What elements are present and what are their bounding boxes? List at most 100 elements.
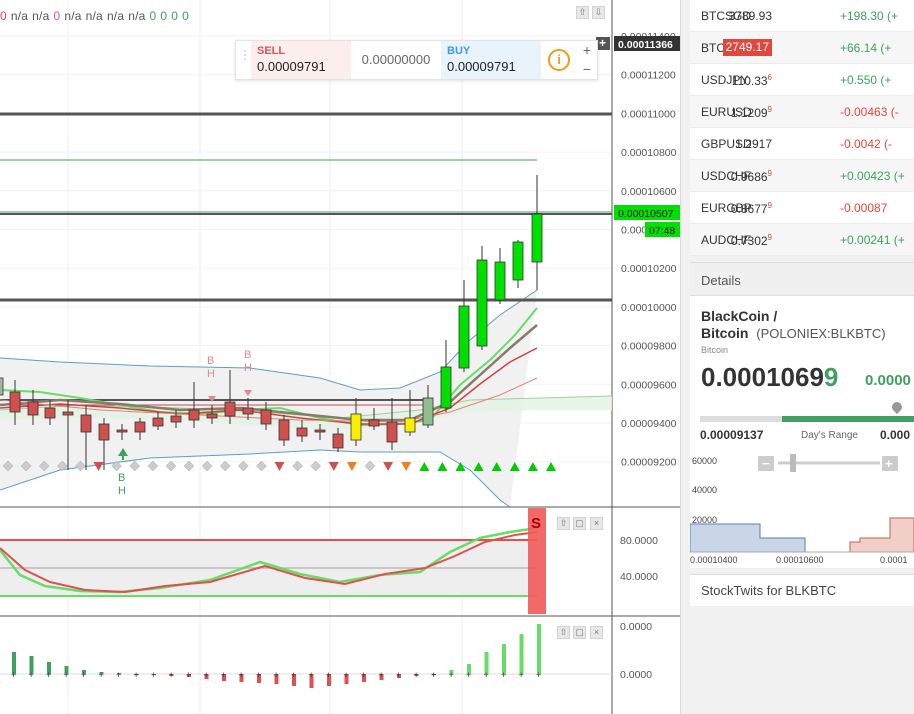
watchlist-row-gbpusd[interactable]: GBPUSD 1.2917 -0.0042 (- [690, 128, 914, 160]
watchlist-last: 3789.93 [728, 9, 772, 23]
stocktwits-header[interactable]: StockTwits for BLKBTC [690, 574, 914, 606]
watchlist-row-eurgbp[interactable]: EURGBP 0.86779 -0.00087 [690, 192, 914, 224]
indicator-value-5: n/a [85, 9, 103, 23]
candle-body-12 [206, 413, 218, 419]
price-tick-11: 0.00009200 [621, 457, 677, 469]
macd-tick-1: 0.0000 [620, 669, 652, 681]
candle-body-4 [62, 411, 74, 416]
macd-close-icon[interactable]: × [590, 626, 603, 639]
macd-maximize-icon[interactable]: ▢ [573, 626, 586, 639]
marker-down-5 [93, 462, 104, 471]
indicator-values-legend: 0 n/a n/a 0 n/a n/a n/a n/a 0 0 0 0 [0, 9, 193, 23]
osc-up-arrow-icon[interactable]: ⇧ [557, 517, 570, 530]
candle-body-20 [350, 413, 362, 441]
candle-body-16 [278, 419, 290, 441]
last-price-digit: 9 [823, 362, 839, 392]
pane-down-arrow-icon[interactable]: ⇩ [592, 6, 605, 19]
depth-tick-0: 60000 [692, 456, 717, 466]
chart-area[interactable]: 0.000114000.000112000.000110000.00010800… [0, 0, 680, 714]
minus-icon[interactable]: − [581, 62, 593, 76]
buy-button[interactable]: BUY 0.00009791 [441, 41, 541, 79]
indicator-value-7: n/a [128, 9, 146, 23]
osc-close-icon[interactable]: × [590, 517, 603, 530]
watchlist-row-usdchf[interactable]: USDCHF 0.96869 +0.00423 (+ [690, 160, 914, 192]
macd-cross-23: + [414, 670, 419, 680]
price-tick-7: 0.00010000 [621, 302, 677, 314]
macd-cross-20: + [361, 670, 366, 680]
watchlist-row-audchf[interactable]: AUDCHF 0.73029 +0.00241 (+ [690, 224, 914, 256]
marker-diamond-20 [364, 460, 376, 472]
watchlist-row-btcusd[interactable]: BTCUSD2749.17+66.14 (+ [690, 32, 914, 64]
indicator-value-8: 0 [149, 9, 157, 23]
marker-diamond-10 [183, 460, 195, 472]
trade-widget[interactable]: ⋮⋮ SELL 0.00009791 0.00000000 BUY 0.0000… [235, 40, 598, 80]
range-marker-icon [889, 399, 905, 415]
watchlist-last: 0.86779 [730, 201, 772, 216]
macd-cross-26: + [466, 670, 471, 680]
marker-orange-19 [346, 462, 357, 471]
candle-body-27 [476, 259, 488, 347]
candle-body-30 [531, 213, 543, 263]
candle-body-0 [0, 377, 4, 396]
macd-cross-4: + [81, 670, 86, 680]
candle-body-25 [440, 366, 452, 409]
depth-plus-icon: + [885, 456, 893, 471]
sell-button[interactable]: SELL 0.00009791 [251, 41, 351, 79]
depth-x-0: 0.00010400 [690, 555, 738, 565]
watchlist-row-usdjpy[interactable]: USDJPY 110.336 +0.550 (+ [690, 64, 914, 96]
symbol-name-line2: Bitcoin [701, 325, 749, 341]
watchlist: BTCSGD3789.93+198.30 (+BTCUSD2749.17+66.… [690, 0, 914, 256]
details-panel: BlackCoin / Bitcoin (POLONIEX:BLKBTC) Bi… [690, 296, 914, 568]
macd-cross-13: + [239, 670, 244, 680]
macd-cross-21: + [379, 670, 384, 680]
info-icon[interactable]: i [548, 49, 570, 71]
macd-cross-12: + [221, 670, 226, 680]
macd-cross-7: + [134, 670, 139, 680]
plus-icon[interactable]: + [581, 43, 593, 57]
watchlist-change: +0.00423 (+ [840, 169, 905, 183]
watchlist-change: +0.550 (+ [840, 73, 892, 87]
details-header[interactable]: Details [690, 262, 914, 296]
depth-x-1: 0.00010600 [776, 555, 824, 565]
candle-body-28 [494, 261, 506, 301]
range-low: 0.00009137 [700, 428, 764, 442]
watchlist-change: +198.30 (+ [840, 9, 899, 23]
last-price: 0.00010699 [701, 362, 838, 393]
pane-up-arrow-icon[interactable]: ⇧ [576, 6, 589, 19]
indicator-value-10: 0 [171, 9, 179, 23]
spread-value: 0.00000000 [361, 52, 431, 67]
candle-body-2 [27, 401, 39, 416]
price-tick-2: 0.00011000 [621, 108, 676, 120]
macd-cross-1: + [29, 670, 34, 680]
marker-up-24 [437, 462, 448, 471]
macd-cross-8: + [151, 670, 156, 680]
candle-body-3 [44, 407, 56, 419]
macd-cross-0: + [11, 670, 16, 680]
watchlist-row-btcsgd[interactable]: BTCSGD 3789.93 +198.30 (+ [690, 0, 914, 32]
days-range-bar [700, 416, 914, 422]
depth-slider-handle [790, 454, 796, 472]
watchlist-last: 1.2917 [735, 137, 772, 151]
candle-body-24 [422, 397, 434, 426]
watchlist-row-eurusd[interactable]: EURUSD 1.12099 -0.00463 (- [690, 96, 914, 128]
marker-diamond-13 [237, 460, 249, 472]
osc-signal-label: S [531, 515, 541, 532]
candle-body-13 [224, 401, 236, 417]
signal-b-3: B [118, 472, 125, 484]
candle-body-23 [404, 417, 416, 433]
symbol-name-line1: BlackCoin / [701, 308, 778, 324]
osc-tick-1: 40.0000 [620, 571, 658, 583]
depth-chart[interactable]: − +6000040000200000.00010400 0.00010600 0.0… [690, 448, 914, 568]
marker-diamond-14 [256, 460, 267, 472]
macd-up-arrow-icon[interactable]: ⇧ [557, 626, 570, 639]
macd-cross-9: + [169, 670, 174, 680]
indicator-value-3: 0 [53, 9, 61, 23]
price-chart[interactable]: 0.000114000.000112000.000110000.00010800… [0, 0, 680, 714]
marker-diamond-16 [292, 460, 303, 472]
macd-cross-19: + [344, 670, 349, 680]
macd-cross-14: + [256, 670, 261, 680]
osc-maximize-icon[interactable]: ▢ [573, 517, 586, 530]
marker-up-29 [527, 462, 538, 471]
watchlist-change: -0.0042 (- [840, 137, 893, 151]
macd-bar-30 [537, 624, 541, 674]
